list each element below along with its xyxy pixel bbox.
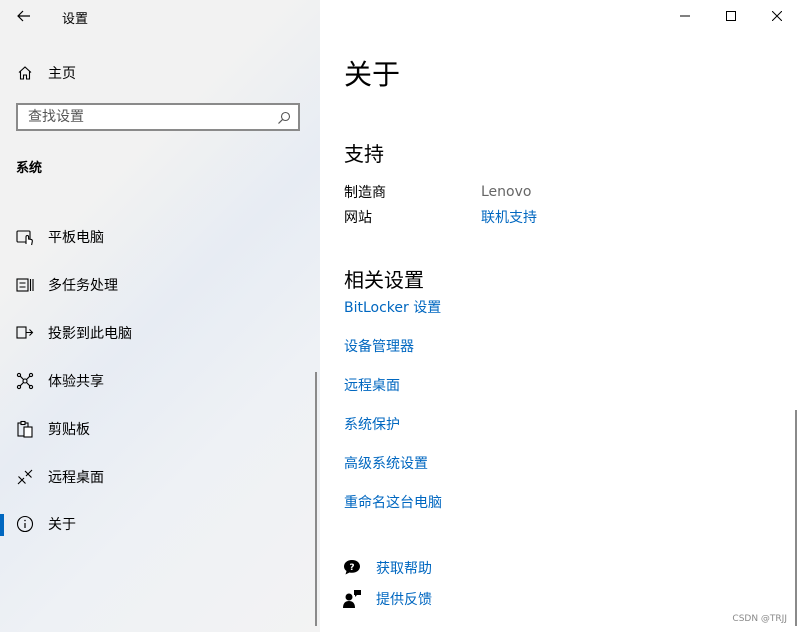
- sidebar-item-remote-desktop[interactable]: 远程桌面: [0, 457, 320, 497]
- minimize-button[interactable]: [662, 0, 708, 32]
- shared-experiences-icon: [16, 372, 34, 390]
- system-protection-link[interactable]: 系统保护: [344, 414, 400, 434]
- svg-text:?: ?: [349, 563, 354, 573]
- sidebar-item-label: 多任务处理: [48, 278, 118, 294]
- maximize-icon: [726, 11, 736, 21]
- sidebar-item-label: 平板电脑: [48, 230, 104, 246]
- get-help-link[interactable]: ? 获取帮助: [342, 556, 432, 580]
- tablet-icon: [16, 228, 34, 246]
- sidebar-item-label: 剪贴板: [48, 422, 90, 438]
- manufacturer-label: 制造商: [344, 185, 386, 201]
- give-feedback-label: 提供反馈: [376, 592, 432, 608]
- section-title: 系统: [16, 161, 43, 176]
- manufacturer-row: 制造商 Lenovo: [344, 181, 531, 203]
- sidebar-item-about[interactable]: 关于: [0, 504, 320, 544]
- close-icon: [772, 11, 782, 21]
- related-settings-heading: 相关设置: [344, 268, 424, 292]
- window-controls: [662, 0, 800, 32]
- support-heading: 支持: [344, 142, 384, 166]
- home-icon: [17, 65, 33, 81]
- back-button[interactable]: [8, 1, 40, 31]
- maximize-button[interactable]: [708, 0, 754, 32]
- sidebar-item-home[interactable]: 主页: [0, 57, 320, 89]
- sidebar: 设置 主页 系统: [0, 0, 320, 632]
- sidebar-item-label: 体验共享: [48, 374, 104, 390]
- bitlocker-settings-link[interactable]: BitLocker 设置: [344, 297, 441, 317]
- search-input[interactable]: [26, 108, 270, 126]
- project-icon: [16, 324, 34, 342]
- device-manager-link[interactable]: 设备管理器: [344, 336, 414, 356]
- manufacturer-value: Lenovo: [481, 184, 532, 200]
- feedback-icon: [342, 589, 362, 609]
- multitasking-icon: [16, 276, 34, 294]
- search-field[interactable]: [16, 103, 300, 131]
- sidebar-item-clipboard[interactable]: 剪贴板: [0, 409, 320, 449]
- website-label: 网站: [344, 210, 372, 226]
- remote-desktop-link[interactable]: 远程桌面: [344, 375, 400, 395]
- page-title: 关于: [344, 58, 401, 91]
- clipboard-icon: [16, 420, 34, 438]
- sidebar-item-tablet[interactable]: 平板电脑: [0, 217, 320, 257]
- get-help-label: 获取帮助: [376, 561, 432, 577]
- sidebar-item-project[interactable]: 投影到此电脑: [0, 313, 320, 353]
- remote-desktop-icon: [16, 468, 34, 486]
- content-scrollbar[interactable]: [795, 410, 797, 626]
- search-icon[interactable]: [277, 110, 291, 129]
- sidebar-item-label: 主页: [48, 66, 76, 82]
- give-feedback-link[interactable]: 提供反馈: [342, 587, 432, 611]
- website-row: 网站 联机支持: [344, 206, 537, 228]
- sidebar-item-shared-experiences[interactable]: 体验共享: [0, 361, 320, 401]
- close-button[interactable]: [754, 0, 800, 32]
- settings-window: 设置 主页 系统: [0, 0, 800, 632]
- sidebar-scrollbar[interactable]: [315, 372, 317, 626]
- rename-pc-link[interactable]: 重命名这台电脑: [344, 492, 442, 512]
- help-chat-icon: ?: [342, 558, 362, 578]
- online-support-link[interactable]: 联机支持: [481, 207, 537, 227]
- advanced-system-settings-link[interactable]: 高级系统设置: [344, 453, 428, 473]
- sidebar-item-label: 关于: [48, 517, 76, 533]
- minimize-icon: [680, 15, 690, 17]
- title-bar: 设置: [0, 0, 320, 32]
- sidebar-item-label: 投影到此电脑: [48, 326, 132, 342]
- app-title: 设置: [62, 12, 89, 27]
- main-content: 关于 支持 制造商 Lenovo 网站 联机支持 相关设置 BitLocker …: [320, 0, 800, 632]
- back-arrow-icon: [17, 10, 30, 22]
- info-icon: [16, 515, 34, 533]
- watermark: CSDN @TRJJ: [732, 614, 787, 624]
- sidebar-item-label: 远程桌面: [48, 470, 104, 486]
- sidebar-item-multitasking[interactable]: 多任务处理: [0, 265, 320, 305]
